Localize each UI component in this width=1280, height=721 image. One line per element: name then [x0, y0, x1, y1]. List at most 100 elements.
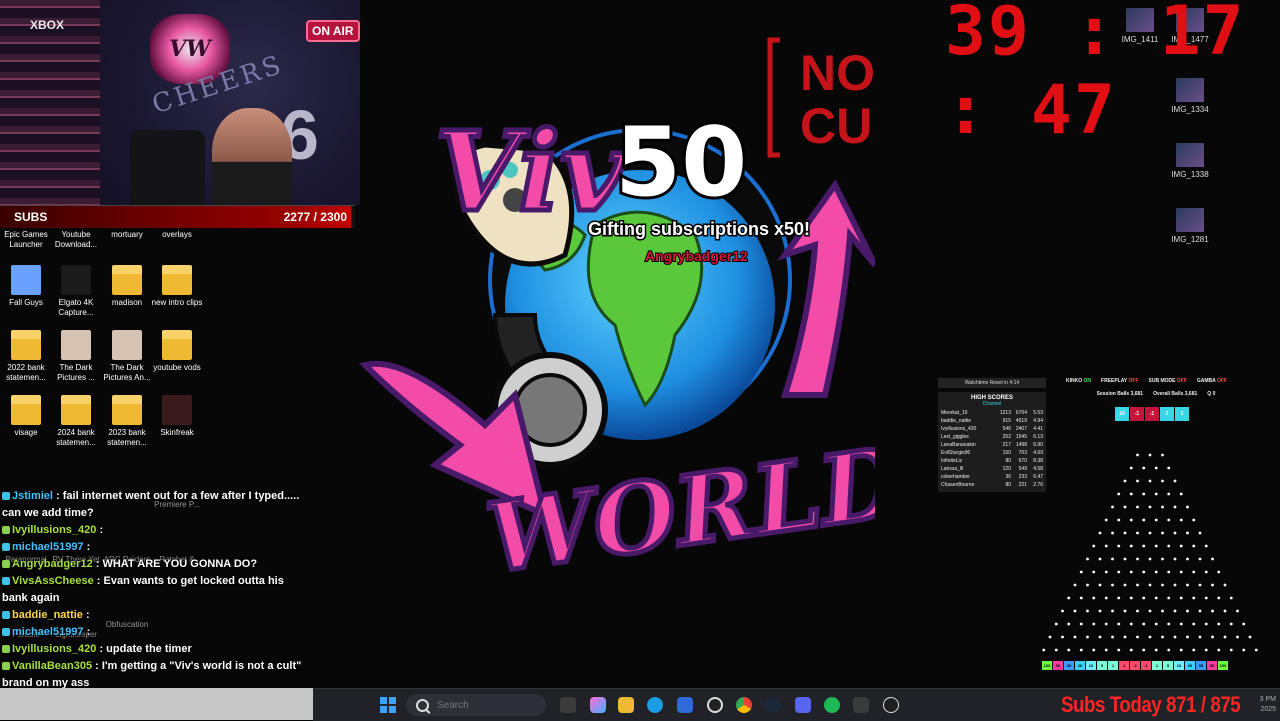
- plinko-peg: [1142, 622, 1146, 626]
- desktop-icon-label: mortuary: [111, 230, 143, 239]
- chat-username[interactable]: Angrybadger12: [12, 558, 93, 570]
- plinko-peg: [1136, 635, 1139, 639]
- plinko-peg: [1211, 583, 1214, 587]
- chat-username[interactable]: baddie_nattie: [12, 609, 83, 621]
- high-score-cell: 2407: [1015, 426, 1027, 432]
- plinko-peg: [1111, 635, 1114, 639]
- high-score-cell: 549: [1018, 466, 1027, 472]
- plinko-peg: [1086, 583, 1089, 587]
- desktop-icon-image[interactable]: IMG_1281: [1160, 208, 1220, 244]
- high-scores-box: HIGH SCORES Channel Meerkat_19 1213 6704 5.…: [938, 392, 1046, 492]
- chat-username[interactable]: Ivyillusions_420: [12, 524, 96, 536]
- file-explorer-icon[interactable]: [618, 697, 634, 713]
- plinko-peg: [1123, 531, 1127, 535]
- desktop-icon[interactable]: 2022 bank statemen...: [0, 330, 52, 383]
- store-icon[interactable]: [677, 697, 693, 713]
- high-score-row: baddie_nattie 915 4519 4.94: [941, 417, 1043, 425]
- chat-username[interactable]: Ivyillusions_420: [12, 643, 96, 655]
- elgato-4k-icon: [61, 265, 91, 295]
- desktop-icon[interactable]: 2023 bank statemen...: [101, 395, 153, 448]
- chat-message: VivsAssCheese : Evan wants to get locked…: [0, 573, 305, 607]
- plinko-bin: 10: [1086, 661, 1096, 670]
- desktop-icon[interactable]: Fall Guys: [0, 265, 52, 308]
- plinko-peg: [1211, 635, 1214, 639]
- desktop-icon-label: 2022 bank statemen...: [6, 363, 46, 382]
- chat-message-text: :: [96, 524, 104, 536]
- plinko-peg: [1148, 453, 1152, 457]
- high-score-cell: InfiniteLiz: [941, 458, 963, 464]
- desktop-icon[interactable]: visage: [0, 395, 52, 438]
- plinko-peg: [1067, 596, 1071, 600]
- chat-username[interactable]: Jstimiel: [12, 490, 53, 502]
- high-score-cell: 4.41: [1033, 426, 1043, 432]
- desktop-icon-label: 2023 bank statemen...: [107, 428, 147, 447]
- webcam-feed: XBOX VW CHEERS 6 ON AIR: [0, 0, 360, 205]
- plinko-peg: [1098, 583, 1102, 587]
- task-view-icon[interactable]: [560, 697, 576, 713]
- spotify-icon[interactable]: [824, 697, 840, 713]
- desktop-icon[interactable]: Skinfreak: [151, 395, 203, 438]
- plinko-bin: 100: [1218, 661, 1228, 670]
- desktop-icon[interactable]: The Dark Pictures An...: [101, 330, 153, 383]
- plinko-peg: [1167, 622, 1171, 626]
- plinko-peg: [1104, 596, 1108, 600]
- plinko-peg: [1242, 648, 1246, 652]
- high-score-row: InfiniteLiz 80 670 8.38: [941, 457, 1043, 465]
- chrome-icon[interactable]: [736, 697, 752, 713]
- gaming-chair: [130, 130, 205, 205]
- plinko-peg: [1136, 453, 1139, 457]
- slot-result: -1: [1145, 407, 1159, 421]
- plinko-peg: [1136, 505, 1139, 509]
- copilot-icon[interactable]: [590, 697, 606, 713]
- desktop-icon[interactable]: 2024 bank statemen...: [50, 395, 102, 448]
- plinko-peg: [1111, 609, 1114, 613]
- desktop-icon[interactable]: The Dark Pictures ...: [50, 330, 102, 383]
- high-scores-list: Meerkat_19 1213 6704 5.53 baddie_nattie 915 45…: [941, 409, 1043, 489]
- plinko-peg: [1073, 609, 1077, 613]
- chat-username[interactable]: michael51997: [12, 541, 84, 553]
- plinko-peg: [1098, 531, 1102, 535]
- desktop-icon[interactable]: Epic Games Launcher: [0, 230, 52, 250]
- plinko-peg: [1167, 570, 1171, 574]
- folder-icon: [162, 265, 192, 295]
- desktop-icon[interactable]: Elgato 4K Capture...: [50, 265, 102, 318]
- search-input[interactable]: [435, 698, 539, 712]
- high-score-cell: 221: [1018, 482, 1027, 488]
- plinko-peg: [1229, 648, 1233, 652]
- chat-username[interactable]: VivsAssCheese: [12, 575, 94, 587]
- chat-username[interactable]: VanillaBean305: [12, 660, 92, 672]
- start-button[interactable]: [380, 697, 396, 713]
- plinko-peg: [1211, 609, 1214, 613]
- system-clock[interactable]: 3 PM 2025: [1260, 695, 1276, 715]
- desktop-icon[interactable]: new intro clips: [151, 265, 203, 308]
- plinko-peg: [1198, 635, 1202, 639]
- obs-icon[interactable]: [707, 697, 723, 713]
- plinko-peg: [1129, 648, 1133, 652]
- edge-icon[interactable]: [647, 697, 663, 713]
- steam-icon[interactable]: [765, 697, 781, 713]
- desktop-icon-label: Skinfreak: [160, 428, 194, 437]
- not-a-text: NOT A: [800, 45, 875, 101]
- taskbar-search[interactable]: [406, 694, 546, 716]
- desktop-icon[interactable]: overlays: [151, 230, 203, 240]
- session-balls: Session Balls 3,681: [1096, 391, 1144, 397]
- app-icon[interactable]: [853, 697, 869, 713]
- plinko-peg: [1179, 622, 1183, 626]
- desktop-icon[interactable]: Youtube Download...: [50, 230, 102, 250]
- high-score-cell: 6.90: [1033, 442, 1043, 448]
- plinko-peg: [1079, 596, 1083, 600]
- desktop-icon[interactable]: youtube vods: [151, 330, 203, 373]
- plinko-peg: [1154, 648, 1158, 652]
- high-score-cell: 915: [1002, 418, 1011, 424]
- plinko-board: [1042, 453, 1258, 652]
- taskbar: Subs Today 871 / 875 3 PM 2025: [313, 688, 1280, 721]
- discord-icon[interactable]: [795, 697, 811, 713]
- desktop-icon[interactable]: mortuary: [101, 230, 153, 240]
- desktop-icon[interactable]: madison: [101, 265, 153, 308]
- media-player-icon[interactable]: [883, 697, 899, 713]
- plinko-peg: [1148, 531, 1152, 535]
- dark-pictures-icon: [61, 330, 91, 360]
- plinko-peg: [1136, 609, 1139, 613]
- plinko-peg: [1192, 596, 1196, 600]
- chat-username[interactable]: michael51997: [12, 626, 84, 638]
